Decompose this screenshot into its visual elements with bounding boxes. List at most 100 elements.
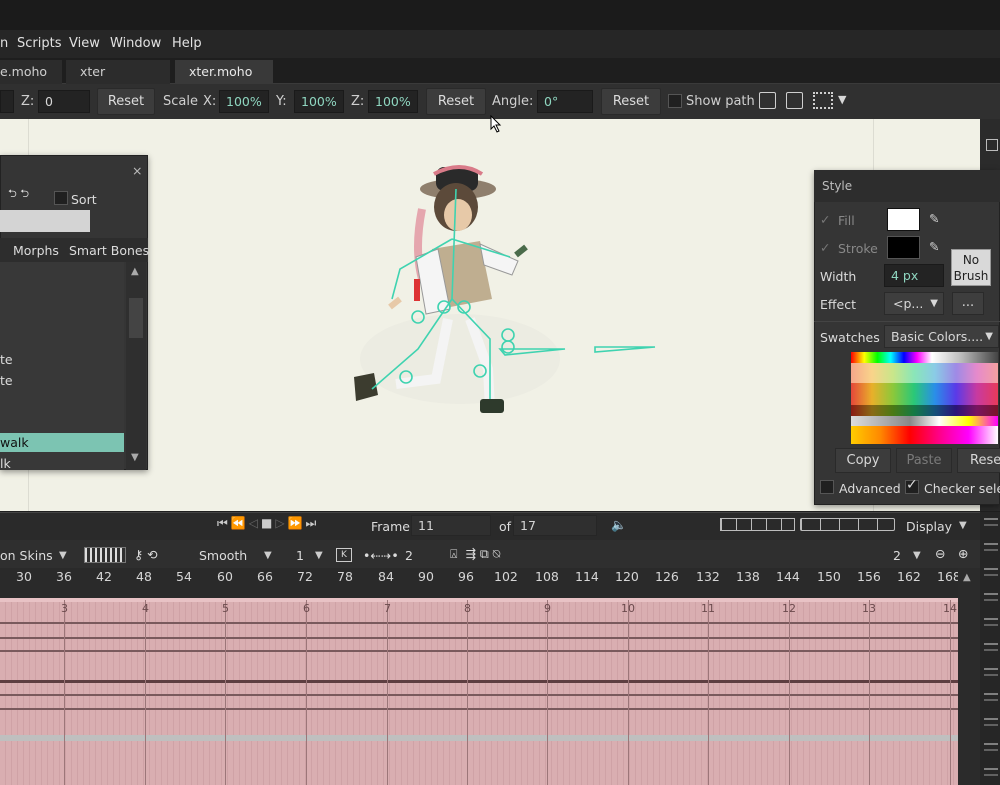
effect-more-button[interactable]: ... <box>952 292 984 315</box>
scale-z-label: Z: <box>351 94 365 109</box>
ruler-tick-label: 90 <box>418 569 434 584</box>
window-titlebar <box>0 0 1000 30</box>
prev-frame-icon[interactable]: ◁ <box>249 516 261 530</box>
display-menu[interactable]: Display <box>906 519 952 534</box>
render-mode-icons[interactable] <box>800 518 895 531</box>
fill-eyedropper-icon[interactable]: ✎ <box>929 211 939 226</box>
z-label: Z: <box>21 94 35 109</box>
scale-y-field[interactable]: 100% <box>294 90 344 113</box>
tab-morphs[interactable]: Morphs <box>13 243 59 258</box>
total-frames-field[interactable]: 17 <box>513 515 597 536</box>
zoom-out-icon[interactable]: ⊖ <box>935 546 945 561</box>
chevron-down-icon[interactable]: ▼ <box>264 550 272 561</box>
scroll-up-icon[interactable]: ▲ <box>131 266 139 277</box>
chevron-down-icon[interactable]: ▼ <box>59 550 67 561</box>
interpolation-label[interactable]: Smooth <box>199 548 247 563</box>
advanced-label: Advanced <box>839 481 901 496</box>
stroke-check-icon[interactable]: ✓ <box>820 240 830 255</box>
width-field[interactable]: 4 px <box>884 264 944 287</box>
timeline-tool-icons[interactable]: ⍓ ⇶ ⧉ ⍉ <box>450 546 500 562</box>
channel-icons[interactable] <box>984 518 998 785</box>
frame-field[interactable]: 11 <box>411 515 491 536</box>
audio-icon[interactable]: 🔈 <box>611 517 627 533</box>
no-brush-button[interactable]: No Brush <box>951 249 991 286</box>
panel-toggle-icon[interactable] <box>986 139 998 151</box>
rewind-icon[interactable]: ⏮ <box>217 516 231 530</box>
keyframe-k-icon[interactable]: K <box>336 548 352 562</box>
y-field-partial[interactable] <box>0 90 14 113</box>
scale-z-field[interactable]: 100% <box>368 90 418 113</box>
timeline-tracks[interactable] <box>0 598 958 785</box>
ruler-tick-label: 138 <box>736 569 760 584</box>
transform-icon[interactable] <box>813 92 833 109</box>
scale-label: Scale <box>163 94 198 109</box>
stroke-color-swatch[interactable] <box>887 236 920 259</box>
frame-label: Frame <box>371 519 410 534</box>
reset-position-button[interactable]: Reset <box>97 88 155 115</box>
tab-document-2[interactable]: xter 1.moho <box>66 60 170 103</box>
chevron-down-icon[interactable]: ▼ <box>838 93 846 106</box>
menu-window[interactable]: Window <box>110 36 161 51</box>
stop-icon[interactable]: ■ <box>261 516 275 530</box>
end-icon[interactable]: ⏭ <box>306 516 320 530</box>
step-back-icon[interactable]: ⏪ <box>231 516 249 530</box>
list-item[interactable]: te <box>0 373 13 388</box>
timeline-scrollbar[interactable]: ▲ <box>958 568 980 785</box>
scale-x-field[interactable]: 100% <box>219 90 269 113</box>
chevron-down-icon[interactable]: ▼ <box>315 550 323 561</box>
stroke-eyedropper-icon[interactable]: ✎ <box>929 239 939 254</box>
fill-check-icon[interactable]: ✓ <box>820 212 830 227</box>
list-item[interactable]: te <box>0 352 13 367</box>
tab-document-1[interactable]: e.moho <box>0 60 62 84</box>
show-path-checkbox[interactable] <box>668 94 682 108</box>
play-icon[interactable]: ▷ <box>275 516 287 530</box>
second-marker-line <box>387 600 388 785</box>
reset-style-button[interactable]: Reset <box>957 448 1000 473</box>
ruler-tick-label: 108 <box>535 569 559 584</box>
fill-label: Fill <box>838 213 855 228</box>
advanced-checkbox[interactable] <box>820 480 834 494</box>
second-marker-line <box>547 600 548 785</box>
ease-value[interactable]: 2 <box>405 548 413 563</box>
ease-icon[interactable]: •⇠⇢• <box>363 548 399 563</box>
reset-angle-button[interactable]: Reset <box>601 88 661 115</box>
menu-file[interactable]: n <box>0 36 8 51</box>
layers-close-button[interactable]: × <box>132 163 142 178</box>
key-icon[interactable]: ⚷ ⟲ <box>134 547 158 562</box>
zoom-in-icon[interactable]: ⊕ <box>958 546 968 561</box>
reset-scale-button[interactable]: Reset <box>426 88 486 115</box>
scrollbar-thumb[interactable] <box>129 298 143 338</box>
list-item-selected[interactable]: walk <box>0 433 124 452</box>
list-item[interactable]: lk <box>0 456 11 471</box>
chevron-down-icon[interactable]: ▼ <box>913 550 921 561</box>
color-swatch-grid[interactable] <box>851 352 998 444</box>
copy-icon[interactable] <box>786 92 803 109</box>
tab-smart-bones[interactable]: Smart Bones <box>69 243 149 258</box>
chevron-down-icon[interactable]: ▼ <box>959 520 967 531</box>
scroll-down-icon[interactable]: ▼ <box>131 452 139 463</box>
swatches-dropdown[interactable]: Basic Colors.... ▼ <box>884 325 999 348</box>
menu-view[interactable]: View <box>69 36 100 51</box>
onion-skin-icon[interactable] <box>84 547 126 563</box>
menu-scripts[interactable]: Scripts <box>17 36 61 51</box>
interp-value[interactable]: 1 <box>296 548 304 563</box>
menu-help[interactable]: Help <box>172 36 202 51</box>
frame-icon[interactable] <box>759 92 776 109</box>
z-field[interactable]: 0 <box>38 90 90 113</box>
layer-search-input[interactable] <box>0 210 90 232</box>
sort-checkbox[interactable] <box>54 191 68 205</box>
angle-field[interactable]: 0° <box>537 90 593 113</box>
next-frame-icon[interactable]: ⏩ <box>288 516 306 530</box>
character-artwork[interactable] <box>340 149 700 439</box>
copy-style-button[interactable]: Copy <box>835 448 891 473</box>
scroll-up-icon[interactable]: ▲ <box>963 572 971 583</box>
view-layout-icons[interactable] <box>720 518 795 531</box>
layer-new-icon[interactable]: ⮌ ⮌ <box>8 185 29 204</box>
layers-scrollbar[interactable]: ▲ ▼ <box>126 262 146 470</box>
onion-skins-label[interactable]: on Skins <box>0 548 53 563</box>
zoom-value[interactable]: 2 <box>893 548 901 563</box>
effect-dropdown[interactable]: <p... ▼ <box>884 292 944 315</box>
fill-color-swatch[interactable] <box>887 208 920 231</box>
paste-style-button[interactable]: Paste <box>896 448 952 473</box>
tab-document-3[interactable]: xter.moho <box>175 60 273 84</box>
